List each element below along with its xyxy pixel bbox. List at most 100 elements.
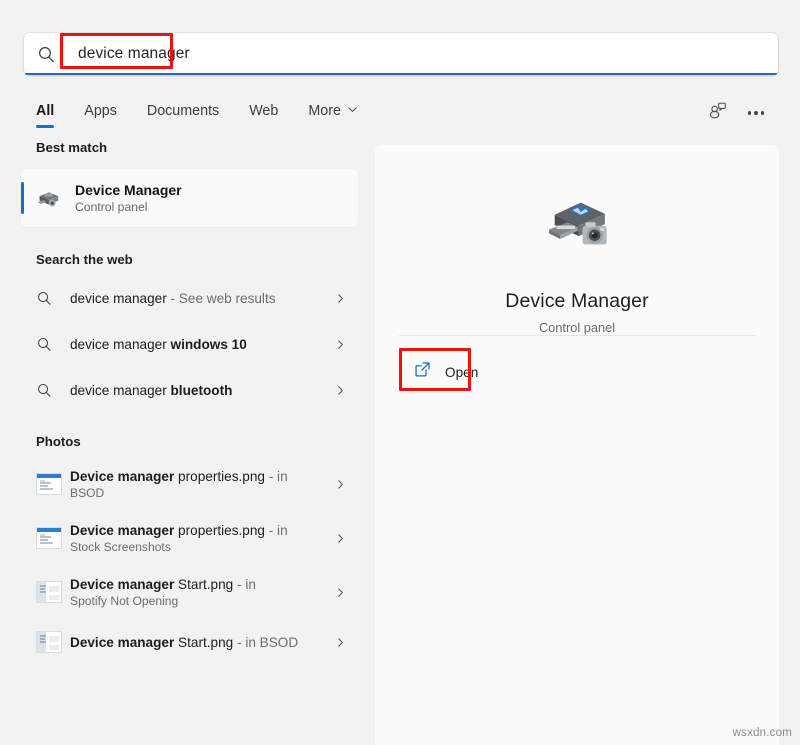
best-match-text: Device Manager Control panel [75, 182, 182, 214]
tab-documents[interactable]: Documents [145, 99, 221, 128]
watermark: wsxdn.com [733, 727, 792, 739]
photo-thumbnail-image [36, 581, 62, 603]
web-result-completion: bluetooth [171, 383, 233, 398]
chevron-right-icon[interactable] [331, 637, 349, 648]
preview-title: Device Manager [505, 290, 648, 313]
best-match-title: Device Manager [75, 182, 182, 198]
photo-result-title: Device manager properties.png - in [70, 523, 331, 538]
web-result-completion: windows 10 [171, 337, 247, 352]
preview-panel: Device Manager Control panel Open [375, 145, 779, 745]
web-result-see-web-results[interactable]: device manager - See web results [0, 275, 375, 321]
web-result-bluetooth[interactable]: device manager bluetooth [0, 367, 375, 413]
chevron-right-icon[interactable] [331, 339, 349, 350]
photo-result-title: Device manager properties.png - in [70, 469, 331, 484]
photo-thumbnail-icon [36, 631, 70, 653]
best-match-result-device-manager[interactable]: Device Manager Control panel [21, 169, 358, 227]
device-manager-icon [21, 184, 75, 212]
web-result-title: device manager - See web results [70, 291, 331, 306]
tab-documents-label: Documents [147, 103, 219, 119]
web-result-title: device manager windows 10 [70, 337, 331, 352]
web-result-body: device manager bluetooth [70, 383, 331, 398]
chevron-right-icon[interactable] [331, 479, 349, 490]
search-icon [24, 45, 68, 64]
photo-result-match: Device manager [70, 577, 174, 592]
chevron-right-icon[interactable] [331, 533, 349, 544]
preview-content: Device Manager Control panel [375, 145, 779, 335]
photo-result-properties-stock[interactable]: Device manager properties.png - in Stock… [0, 511, 375, 565]
tab-more[interactable]: More [306, 99, 360, 128]
web-results-group: device manager - See web results devic [0, 275, 375, 413]
windows-search-panel: device manager All Apps Documents Web Mo… [0, 0, 800, 745]
web-result-suffix: - See web results [167, 291, 276, 306]
web-result-query: device manager [70, 291, 167, 306]
photo-thumbnail-image [36, 473, 62, 495]
search-input-value: device manager [68, 45, 190, 63]
photo-result-location: - in [265, 523, 288, 538]
feedback-person-icon[interactable] [707, 100, 728, 126]
search-input[interactable]: device manager [68, 33, 778, 75]
open-button[interactable]: Open [405, 353, 490, 391]
web-result-windows-10[interactable]: device manager windows 10 [0, 321, 375, 367]
preview-divider [399, 335, 755, 336]
magnifier-icon [36, 336, 70, 353]
section-heading-photos: Photos [0, 434, 375, 449]
best-match-subtitle: Control panel [75, 200, 182, 214]
external-link-icon [413, 360, 432, 384]
photo-results-group: Device manager properties.png - in BSOD [0, 457, 375, 665]
photo-thumbnail-icon [36, 527, 70, 549]
chevron-right-icon[interactable] [331, 587, 349, 598]
photo-result-body: Device manager Start.png - in Spotify No… [70, 577, 331, 608]
web-result-query: device manager [70, 383, 171, 398]
preview-subtitle: Control panel [539, 320, 615, 335]
photo-result-body: Device manager properties.png - in BSOD [70, 469, 331, 500]
section-heading-best-match: Best match [0, 140, 375, 155]
section-heading-search-the-web: Search the web [0, 252, 375, 267]
tab-web[interactable]: Web [247, 99, 280, 128]
web-result-body: device manager - See web results [70, 291, 331, 306]
photo-result-folder: Spotify Not Opening [70, 594, 331, 608]
filter-tabs-bar: All Apps Documents Web More [0, 92, 800, 134]
photo-result-properties-bsod[interactable]: Device manager properties.png - in BSOD [0, 457, 375, 511]
photo-thumbnail-image [36, 527, 62, 549]
photo-result-filename: Start.png [174, 635, 233, 650]
tab-web-label: Web [249, 103, 278, 119]
open-button-label: Open [445, 365, 478, 380]
filter-tabs: All Apps Documents Web More [0, 99, 360, 128]
photo-result-body: Device manager properties.png - in Stock… [70, 523, 331, 554]
photo-result-folder: Stock Screenshots [70, 540, 331, 554]
chevron-right-icon[interactable] [331, 385, 349, 396]
tab-apps-label: Apps [84, 103, 117, 119]
photo-thumbnail-icon [36, 581, 70, 603]
header-actions [707, 100, 800, 126]
photo-result-start-spotify[interactable]: Device manager Start.png - in Spotify No… [0, 565, 375, 619]
photo-result-start-bsod[interactable]: Device manager Start.png - in BSOD [0, 619, 375, 665]
photo-thumbnail-icon [36, 473, 70, 495]
photo-result-match: Device manager [70, 523, 174, 538]
search-box[interactable]: device manager [24, 33, 778, 75]
photo-result-filename: Start.png [174, 577, 233, 592]
more-options-ellipsis-icon[interactable] [748, 111, 765, 115]
chevron-right-icon[interactable] [331, 293, 349, 304]
magnifier-icon [36, 382, 70, 399]
photo-result-title: Device manager Start.png - in [70, 577, 331, 592]
photo-result-filename: properties.png [174, 469, 265, 484]
tab-more-label: More [308, 103, 341, 119]
photo-result-body: Device manager Start.png - in BSOD [70, 635, 331, 650]
web-result-title: device manager bluetooth [70, 383, 331, 398]
photo-result-match: Device manager [70, 469, 174, 484]
magnifier-icon [36, 290, 70, 307]
tab-apps[interactable]: Apps [82, 99, 119, 128]
device-manager-large-icon [534, 185, 620, 270]
tab-all[interactable]: All [34, 99, 56, 128]
photo-result-title: Device manager Start.png - in BSOD [70, 635, 331, 650]
chevron-down-icon [347, 103, 358, 119]
photo-result-folder: BSOD [70, 486, 331, 500]
photo-result-location: - in [233, 577, 256, 592]
web-result-body: device manager windows 10 [70, 337, 331, 352]
web-result-query: device manager [70, 337, 171, 352]
photo-result-location: - in BSOD [233, 635, 298, 650]
photo-result-match: Device manager [70, 635, 174, 650]
photo-thumbnail-image [36, 631, 62, 653]
photo-result-filename: properties.png [174, 523, 265, 538]
photo-result-location: - in [265, 469, 288, 484]
